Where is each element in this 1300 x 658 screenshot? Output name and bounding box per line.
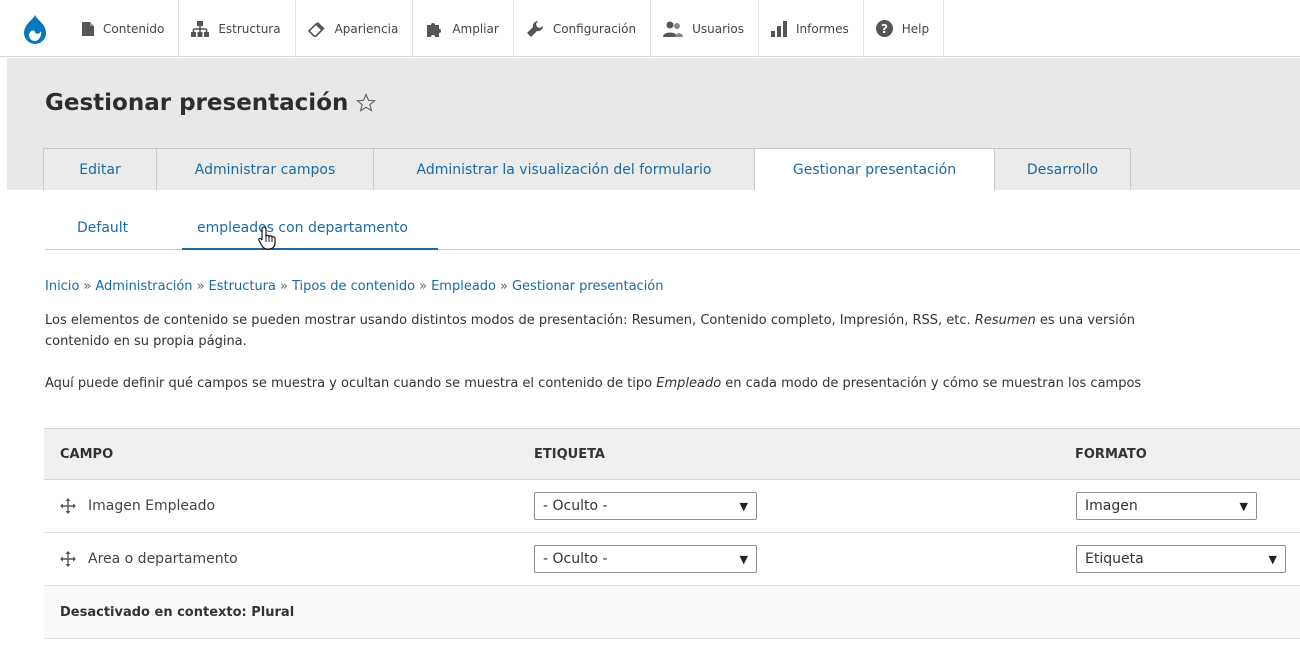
tab-desarrollo[interactable]: Desarrollo xyxy=(995,148,1131,190)
toolbar-label: Usuarios xyxy=(692,21,744,36)
sitemap-icon xyxy=(191,20,210,37)
breadcrumb-empleado[interactable]: Empleado xyxy=(431,279,496,294)
primary-tabs: Editar Administrar campos Administrar la… xyxy=(43,148,1131,191)
label-select[interactable]: - Oculto - ▼ xyxy=(534,492,757,520)
description-paragraph-1: Los elementos de contenido se pueden mos… xyxy=(45,310,1300,352)
toolbar-label: Help xyxy=(901,21,930,36)
description-text: es una versión xyxy=(1035,313,1135,328)
toolbar-help[interactable]: ? Help xyxy=(864,0,945,57)
breadcrumb-separator: » xyxy=(500,279,508,294)
select-value: - Oculto - xyxy=(543,498,608,514)
breadcrumb: Inicio» Administración» Estructura» Tipos d… xyxy=(45,279,664,294)
select-value: - Oculto - xyxy=(543,551,608,567)
dropdown-arrow-icon: ▼ xyxy=(739,552,748,566)
toolbar-label: Estructura xyxy=(218,21,281,36)
table-row: Imagen Empleado - Oculto - ▼ Imagen ▼ xyxy=(44,480,1300,533)
toolbar-informes[interactable]: Informes xyxy=(759,0,864,57)
dropdown-arrow-icon: ▼ xyxy=(1239,499,1248,513)
toolbar-label: Apariencia xyxy=(334,21,399,36)
tab-label: Gestionar presentación xyxy=(792,162,957,178)
drupal-logo-icon[interactable] xyxy=(0,0,70,57)
toolbar-apariencia[interactable]: Apariencia xyxy=(296,0,414,57)
admin-toolbar: Contenido Estructura Apariencia Ampliar … xyxy=(0,0,1300,57)
hand-cursor-icon xyxy=(258,226,276,250)
description-paragraph-2: Aquí puede definir qué campos se muestra… xyxy=(45,373,1300,394)
field-name: Area o departamento xyxy=(88,551,238,567)
paintbrush-icon xyxy=(307,21,325,37)
breadcrumb-separator: » xyxy=(280,279,288,294)
page-title-text: Gestionar presentación xyxy=(45,90,349,116)
bar-chart-icon xyxy=(770,20,787,37)
tab-label: Administrar la visualización del formula… xyxy=(416,161,712,178)
breadcrumb-separator: » xyxy=(419,279,428,294)
column-header-campo: CAMPO xyxy=(60,446,114,462)
toolbar-ampliar[interactable]: Ampliar xyxy=(413,0,514,57)
toolbar-contenido[interactable]: Contenido xyxy=(70,0,180,57)
field-name: Imagen Empleado xyxy=(88,498,216,514)
format-select[interactable]: Imagen ▼ xyxy=(1076,492,1257,520)
breadcrumb-separator: » xyxy=(83,279,92,294)
region-label: Desactivado en contexto: Plural xyxy=(60,604,295,620)
tab-label: Editar xyxy=(79,161,121,178)
breadcrumb-estructura[interactable]: Estructura xyxy=(209,279,276,294)
column-header-formato: FORMATO xyxy=(1075,446,1147,462)
description-text: Aquí puede definir qué campos se muestra… xyxy=(45,376,657,391)
secondary-tabs: Default empleados con departamento xyxy=(45,210,1300,250)
subtab-default[interactable]: Default xyxy=(45,210,182,250)
description-text: Los elementos de contenido se pueden mos… xyxy=(45,313,975,328)
description-emphasis: Resumen xyxy=(974,313,1036,328)
select-value: Imagen xyxy=(1085,498,1138,514)
breadcrumb-administracion[interactable]: Administración xyxy=(95,279,192,294)
toolbar-label: Configuración xyxy=(552,21,637,36)
breadcrumb-tipos-de-contenido[interactable]: Tipos de contenido xyxy=(292,279,415,294)
dropdown-arrow-icon: ▼ xyxy=(1268,552,1277,566)
table-row: Area o departamento - Oculto - ▼ Etiqueta… xyxy=(44,533,1300,586)
tab-label: Administrar campos xyxy=(194,161,336,178)
format-select[interactable]: Etiqueta ▼ xyxy=(1076,545,1286,573)
toolbar-label: Contenido xyxy=(103,21,165,36)
table-header: CAMPO ETIQUETA FORMATO xyxy=(44,428,1300,480)
page-title: Gestionar presentación xyxy=(45,90,377,116)
toolbar-estructura[interactable]: Estructura xyxy=(179,0,296,57)
fields-table: CAMPO ETIQUETA FORMATO Imagen Empleado -… xyxy=(44,428,1300,639)
label-select[interactable]: - Oculto - ▼ xyxy=(534,545,757,573)
breadcrumb-separator: » xyxy=(196,279,205,294)
description-text: contenido en su propia página. xyxy=(45,334,247,349)
select-value: Etiqueta xyxy=(1085,551,1144,567)
svg-text:?: ? xyxy=(881,22,888,36)
drag-handle-icon[interactable] xyxy=(56,551,80,567)
subtab-label: Default xyxy=(77,220,129,236)
dropdown-arrow-icon: ▼ xyxy=(739,499,748,513)
toolbar-label: Ampliar xyxy=(452,21,499,36)
breadcrumb-gestionar-presentacion[interactable]: Gestionar presentación xyxy=(512,279,664,294)
subtab-empleados-con-departamento[interactable]: empleados con departamento xyxy=(182,210,438,250)
page-header: Gestionar presentación Editar Administra… xyxy=(7,58,1300,191)
tab-administrar-campos[interactable]: Administrar campos xyxy=(157,148,374,190)
page-icon xyxy=(82,21,94,36)
wrench-icon xyxy=(526,20,543,37)
tab-administrar-visualizacion-formulario[interactable]: Administrar la visualización del formula… xyxy=(374,148,755,190)
star-icon[interactable] xyxy=(356,93,377,113)
description-text: en cada modo de presentación y cómo se m… xyxy=(721,376,1142,391)
users-icon xyxy=(663,21,684,37)
question-icon: ? xyxy=(875,20,893,37)
puzzle-icon xyxy=(427,22,442,37)
toolbar-usuarios[interactable]: Usuarios xyxy=(651,0,759,57)
subtab-label: empleados con departamento xyxy=(197,220,408,236)
toolbar-configuracion[interactable]: Configuración xyxy=(514,0,652,57)
breadcrumb-inicio[interactable]: Inicio xyxy=(45,279,79,294)
tab-editar[interactable]: Editar xyxy=(43,148,157,190)
drag-handle-icon[interactable] xyxy=(56,498,80,514)
column-header-etiqueta: ETIQUETA xyxy=(534,446,605,462)
description-emphasis: Empleado xyxy=(656,376,722,391)
tab-gestionar-presentacion[interactable]: Gestionar presentación xyxy=(755,148,995,191)
table-region-row: Desactivado en contexto: Plural xyxy=(44,586,1300,639)
toolbar-label: Informes xyxy=(795,21,849,36)
tab-label: Desarrollo xyxy=(1026,161,1099,178)
